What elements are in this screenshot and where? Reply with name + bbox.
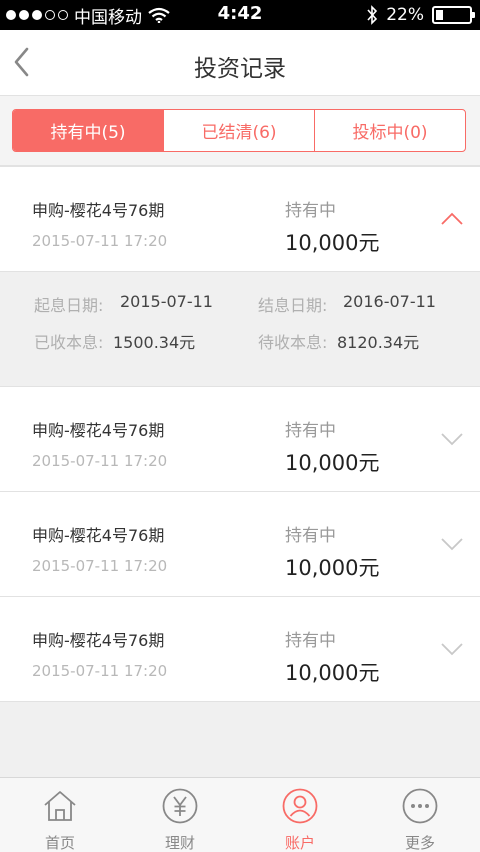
pending-label: 待收本息: [258, 333, 328, 352]
tabbar-item-home[interactable]: 首页 [0, 778, 120, 852]
record-time: 2015-07-11 17:20 [32, 452, 168, 470]
navigation-bar: 投资记录 [0, 30, 480, 96]
record-item[interactable]: 申购-樱花4号76期 2015-07-11 17:20 持有中 10,000元 [0, 166, 480, 272]
battery-percent: 22% [386, 5, 424, 25]
tabs-container: 持有中(5) 已结清(6) 投标中(0) [0, 96, 480, 166]
bluetooth-icon [367, 5, 378, 25]
start-date-label: 起息日期: [34, 296, 104, 315]
account-icon [282, 788, 318, 824]
chevron-down-icon[interactable] [439, 641, 465, 657]
record-amount: 10,000元 [285, 231, 380, 255]
record-name: 申购-樱花4号76期 [32, 631, 165, 650]
tabbar-item-more[interactable]: 更多 [360, 778, 480, 852]
record-detail: 起息日期: 2015-07-11 结息日期: 2016-07-11 已收本息: … [0, 272, 480, 386]
record-status: 持有中 [285, 631, 336, 651]
yen-icon [162, 788, 198, 824]
tabbar-item-account[interactable]: 账户 [240, 778, 360, 852]
chevron-down-icon[interactable] [439, 431, 465, 447]
end-date-label: 结息日期: [258, 296, 328, 315]
record-name: 申购-樱花4号76期 [32, 526, 165, 545]
home-icon [44, 791, 76, 821]
record-amount: 10,000元 [285, 451, 380, 475]
more-icon [402, 788, 438, 824]
tabbar-item-finance[interactable]: 理财 [120, 778, 240, 852]
record-amount: 10,000元 [285, 556, 380, 580]
detail-row-dates: 起息日期: 2015-07-11 结息日期: 2016-07-11 [0, 292, 480, 315]
record-name: 申购-樱花4号76期 [32, 421, 165, 440]
bottom-tab-bar: 首页 理财 账户 更多 [0, 777, 480, 852]
tab-settled[interactable]: 已结清(6) [164, 110, 315, 151]
record-item[interactable]: 申购-樱花4号76期 2015-07-11 17:20 持有中 10,000元 [0, 491, 480, 597]
record-status: 持有中 [285, 526, 336, 546]
chevron-down-icon[interactable] [439, 536, 465, 552]
tabbar-label: 账户 [284, 834, 315, 852]
pending-value: 8120.34元 [337, 333, 420, 352]
tab-holding[interactable]: 持有中(5) [13, 110, 164, 151]
detail-row-amounts: 已收本息: 1500.34元 待收本息: 8120.34元 [0, 329, 480, 352]
status-bar: 中国移动 4:42 22% [0, 0, 480, 30]
tabbar-label: 理财 [164, 834, 195, 852]
record-amount: 10,000元 [285, 661, 380, 685]
segmented-tabs: 持有中(5) 已结清(6) 投标中(0) [12, 109, 466, 152]
record-time: 2015-07-11 17:20 [32, 232, 168, 250]
record-item[interactable]: 申购-樱花4号76期 2015-07-11 17:20 持有中 10,000元 [0, 596, 480, 702]
chevron-up-icon[interactable] [439, 211, 465, 227]
start-date-value: 2015-07-11 [120, 292, 213, 311]
tabbar-label: 更多 [404, 834, 435, 852]
status-right: 22% [366, 4, 475, 26]
record-time: 2015-07-11 17:20 [32, 662, 168, 680]
record-name: 申购-樱花4号76期 [32, 201, 165, 220]
page-title: 投资记录 [194, 56, 286, 82]
record-status: 持有中 [285, 201, 336, 221]
tabbar-label: 首页 [44, 834, 75, 852]
battery-icon [432, 6, 475, 24]
received-value: 1500.34元 [113, 333, 196, 352]
received-label: 已收本息: [34, 333, 104, 352]
record-item[interactable]: 申购-樱花4号76期 2015-07-11 17:20 持有中 10,000元 [0, 386, 480, 492]
end-date-value: 2016-07-11 [343, 292, 436, 311]
record-time: 2015-07-11 17:20 [32, 557, 168, 575]
battery-level [436, 10, 444, 20]
tab-bidding[interactable]: 投标中(0) [315, 110, 465, 151]
record-status: 持有中 [285, 421, 336, 441]
